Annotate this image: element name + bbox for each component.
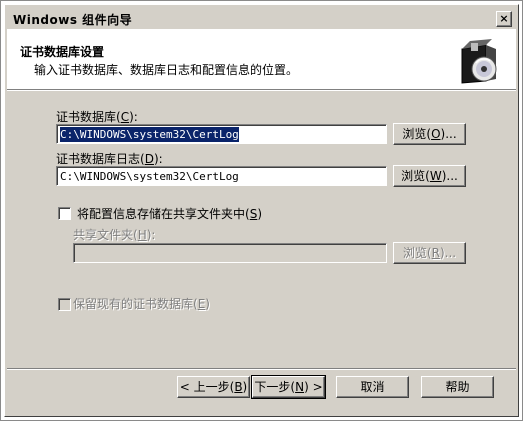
close-button[interactable]: × (496, 11, 512, 27)
screenshot-frame: Windows 组件向导 × 证书数据库设置 输入证书数据库、数据库日志和配置信… (0, 0, 523, 421)
page-subtitle: 输入证书数据库、数据库日志和配置信息的位置。 (34, 63, 299, 77)
close-icon: × (499, 12, 509, 25)
log-path-value: C:\WINDOWS\system32\CertLog (60, 170, 239, 183)
header-divider (7, 89, 516, 91)
footer-divider (7, 368, 516, 370)
store-shared-checkbox[interactable] (58, 207, 71, 220)
back-button[interactable]: < 上一步(B) (177, 376, 250, 398)
shared-folder-input (73, 243, 387, 263)
window-title: Windows 组件向导 (13, 13, 133, 27)
db-label: 证书数据库(C): (56, 110, 138, 124)
cancel-button[interactable]: 取消 (336, 376, 409, 398)
help-button[interactable]: 帮助 (421, 376, 494, 398)
log-path-input[interactable]: C:\WINDOWS\system32\CertLog (56, 166, 387, 186)
page-title: 证书数据库设置 (20, 45, 105, 59)
preserve-db-checkbox (58, 298, 71, 311)
wizard-header: 证书数据库设置 输入证书数据库、数据库日志和配置信息的位置。 (7, 29, 516, 89)
log-browse-button[interactable]: 浏览(W)... (393, 165, 466, 187)
db-browse-button[interactable]: 浏览(O)... (393, 123, 466, 145)
next-button[interactable]: 下一步(N) > (251, 375, 326, 399)
preserve-db-label: 保留现有的证书数据库(E) (73, 297, 210, 311)
wizard-dialog: Windows 组件向导 × 证书数据库设置 输入证书数据库、数据库日志和配置信… (4, 4, 519, 417)
wizard-box-cd-icon (461, 39, 497, 84)
shared-folder-label: 共享文件夹(H): (73, 228, 156, 242)
db-path-input[interactable]: C:\WINDOWS\system32\CertLog (56, 124, 387, 144)
store-shared-label[interactable]: 将配置信息存储在共享文件夹中(S) (77, 205, 262, 222)
title-bar[interactable]: Windows 组件向导 × (7, 7, 516, 29)
shared-browse-button: 浏览(R)... (393, 242, 466, 264)
log-label: 证书数据库日志(D): (56, 152, 163, 166)
db-path-value: C:\WINDOWS\system32\CertLog (60, 127, 239, 142)
